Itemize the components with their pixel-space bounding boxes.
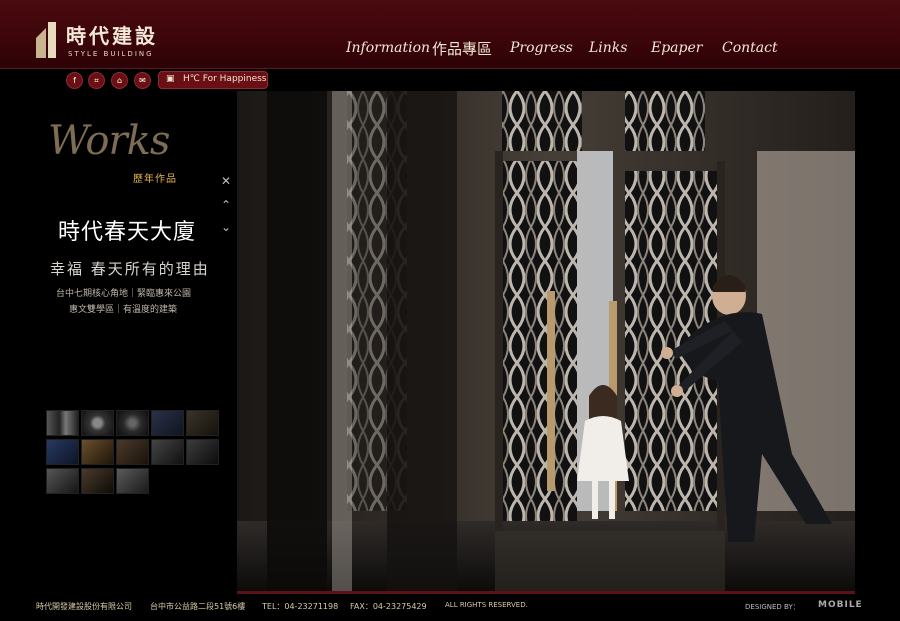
sitemap-icon[interactable]: ⌗ — [88, 72, 105, 89]
facebook-icon[interactable]: f — [66, 72, 83, 89]
site-footer: 時代開發建設股份有限公司 台中市公益路二段51號6樓 TEL：04-232711… — [0, 600, 900, 616]
mail-icon[interactable]: ✉ — [134, 72, 151, 89]
nav-information[interactable]: Information — [346, 40, 430, 56]
photo-illustration — [237, 91, 855, 594]
thumbnail[interactable] — [116, 468, 149, 494]
thumbnail[interactable] — [116, 439, 149, 465]
nav-links[interactable]: Links — [589, 40, 627, 56]
slogan-text: H℃ For Happiness — [183, 74, 267, 84]
nav-works[interactable]: 作品專區 — [432, 38, 492, 59]
project-description-line1: 台中七期核心角地｜緊臨惠來公園 — [56, 289, 192, 299]
thumbnail[interactable] — [151, 410, 184, 436]
slogan-link[interactable]: ▣ H℃ For Happiness — [158, 71, 268, 89]
featured-photo — [237, 91, 855, 594]
nav-epaper[interactable]: Epaper — [651, 40, 702, 56]
thumbnail[interactable] — [46, 468, 79, 494]
footer-address: 台中市公益路二段51號6樓 — [150, 602, 246, 611]
chevron-up-icon[interactable]: ⌃ — [219, 198, 233, 212]
footer-company: 時代開發建設股份有限公司 — [36, 602, 132, 611]
footer-fax: FAX：04-23275429 — [350, 602, 427, 611]
thumbnail[interactable] — [116, 410, 149, 436]
designer-logo[interactable]: MOBILE — [818, 600, 863, 610]
thumbnail[interactable] — [81, 410, 114, 436]
footer-rights: ALL RIGHTS RESERVED. — [445, 601, 528, 609]
project-tagline: 幸福 春天所有的理由 — [50, 260, 210, 278]
footer-designed-by: DESIGNED BY： — [745, 603, 800, 611]
chevron-down-icon[interactable]: ⌄ — [219, 220, 233, 234]
thumbnail[interactable] — [186, 410, 219, 436]
project-description-line2: 惠文雙學區｜有溫度的建築 — [69, 305, 178, 315]
thumbnail[interactable] — [46, 410, 79, 436]
nav-contact[interactable]: Contact — [722, 40, 778, 56]
works-subheading: 歷年作品 — [133, 174, 177, 185]
home-icon[interactable]: ⌂ — [111, 72, 128, 89]
thumbnail[interactable] — [186, 439, 219, 465]
project-title: 時代春天大廈 — [58, 220, 197, 245]
works-heading: Works — [48, 118, 170, 164]
footer-tel: TEL：04-23271198 — [262, 602, 339, 611]
photo-bottom-border — [237, 591, 855, 594]
close-icon[interactable]: ✕ — [219, 174, 233, 188]
thumbnail[interactable] — [151, 439, 184, 465]
thumbnail[interactable] — [46, 439, 79, 465]
thumbnail[interactable] — [81, 468, 114, 494]
nav-progress[interactable]: Progress — [510, 40, 573, 56]
site-header: 時代建設 STYLE BUILDING Information 作品專區 Pro… — [0, 0, 900, 69]
book-icon: ▣ — [166, 74, 175, 84]
main-nav: Information 作品專區 Progress Links Epaper C… — [0, 40, 900, 64]
thumbnail[interactable] — [81, 439, 114, 465]
